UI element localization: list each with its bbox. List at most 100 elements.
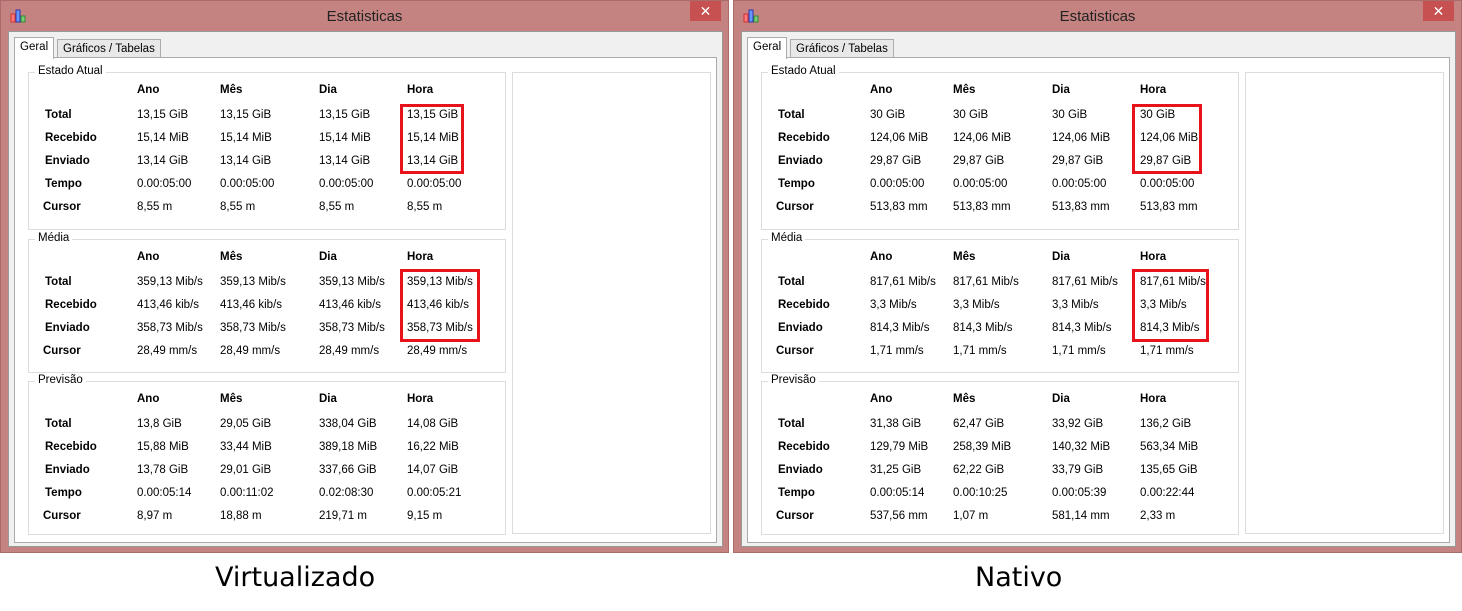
value-cell: 358,73 Mib/s (220, 322, 286, 334)
close-icon: ✕ (1432, 3, 1445, 19)
value-cell: 15,14 MiB (137, 132, 189, 144)
row-label: Tempo (45, 178, 82, 190)
side-panel (512, 72, 711, 534)
value-cell: 135,65 GiB (1140, 464, 1198, 476)
value-cell: 337,66 GiB (319, 464, 377, 476)
statistics-window: Estatisticas ✕ Geral Gráficos / Tabelas … (0, 0, 729, 553)
value-cell: 0.00:05:00 (953, 178, 1008, 190)
group-title: Média (768, 232, 806, 244)
window-client: Geral Gráficos / Tabelas Estado Atual Ano… (8, 31, 723, 547)
group-title: Estado Atual (35, 65, 106, 77)
value-cell: 817,61 Mib/s (870, 276, 936, 288)
value-cell: 13,14 GiB (220, 155, 272, 167)
value-cell: 513,83 mm (1052, 201, 1110, 213)
value-cell: 18,88 m (220, 510, 262, 522)
value-cell: 15,88 MiB (137, 441, 189, 453)
value-cell: 13,14 GiB (319, 155, 371, 167)
value-cell: 258,39 MiB (953, 441, 1012, 453)
group-title: Média (35, 232, 73, 244)
row-label: Total (45, 418, 72, 430)
value-cell: 30 GiB (870, 109, 906, 121)
tab-graficos-tabelas[interactable]: Gráficos / Tabelas (790, 39, 894, 59)
value-cell: 1,71 mm/s (953, 345, 1007, 357)
value-cell: 33,79 GiB (1052, 464, 1104, 476)
highlight-box (400, 104, 464, 174)
value-cell: 31,38 GiB (870, 418, 922, 430)
value-cell: 62,22 GiB (953, 464, 1005, 476)
value-cell: 389,18 MiB (319, 441, 378, 453)
value-cell: 0.00:05:00 (407, 178, 462, 190)
value-cell: 124,06 MiB (1052, 132, 1111, 144)
value-cell: 413,46 kib/s (137, 299, 200, 311)
value-cell: 28,49 mm/s (220, 345, 281, 357)
column-header: Ano (870, 251, 893, 263)
row-label: Recebido (45, 441, 97, 453)
value-cell: 359,13 Mib/s (220, 276, 286, 288)
tab-geral[interactable]: Geral (14, 37, 55, 59)
value-cell: 3,3 Mib/s (1052, 299, 1099, 311)
value-cell: 0.00:05:14 (137, 487, 192, 499)
column-header: Hora (1140, 251, 1167, 263)
value-cell: 13,15 GiB (319, 109, 371, 121)
value-cell: 219,71 m (319, 510, 367, 522)
column-header: Dia (1052, 393, 1070, 405)
row-label: Total (778, 276, 805, 288)
value-cell: 358,73 Mib/s (137, 322, 203, 334)
row-label: Enviado (778, 322, 823, 334)
row-label: Cursor (43, 510, 81, 522)
row-label: Recebido (778, 132, 830, 144)
row-label: Enviado (778, 464, 823, 476)
tab-graficos-tabelas[interactable]: Gráficos / Tabelas (57, 39, 161, 59)
close-button[interactable]: ✕ (690, 1, 721, 21)
column-header: Mês (220, 251, 243, 263)
column-header: Hora (1140, 84, 1167, 96)
value-cell: 817,61 Mib/s (1052, 276, 1118, 288)
row-label: Total (45, 276, 72, 288)
window-client: Geral Gráficos / Tabelas Estado Atual Ano… (741, 31, 1456, 547)
value-cell: 29,05 GiB (220, 418, 272, 430)
value-cell: 0.00:05:14 (870, 487, 925, 499)
close-icon: ✕ (699, 3, 712, 19)
value-cell: 0.00:05:00 (1140, 178, 1195, 190)
column-header: Ano (870, 393, 893, 405)
group-title: Previsão (35, 374, 86, 386)
value-cell: 30 GiB (953, 109, 989, 121)
value-cell: 513,83 mm (953, 201, 1011, 213)
row-label: Enviado (778, 155, 823, 167)
value-cell: 0.00:11:02 (220, 487, 274, 499)
window-title: Estatisticas (1059, 8, 1136, 25)
group-1: Média Ano Mês Dia Hora Total 359,13 Mib/s 359,1… (28, 232, 506, 373)
column-header: Mês (220, 393, 243, 405)
group-0: Estado Atual Ano Mês Dia Hora Total 30 GiB 30 G… (761, 65, 1239, 230)
value-cell: 1,71 mm/s (870, 345, 924, 357)
window-title: Estatisticas (326, 8, 403, 25)
value-cell: 124,06 MiB (870, 132, 929, 144)
value-cell: 513,83 mm (1140, 201, 1198, 213)
tab-geral[interactable]: Geral (747, 37, 788, 59)
close-button[interactable]: ✕ (1423, 1, 1454, 21)
tab-panel-geral: Estado Atual Ano Mês Dia Hora Total 30 GiB 30 G… (747, 57, 1450, 543)
column-header: Hora (407, 251, 434, 263)
value-cell: 8,55 m (407, 201, 443, 213)
value-cell: 0.00:10:25 (953, 487, 1008, 499)
row-label: Tempo (778, 487, 815, 499)
value-cell: 62,47 GiB (953, 418, 1005, 430)
value-cell: 136,2 GiB (1140, 418, 1192, 430)
column-header: Hora (407, 84, 434, 96)
row-label: Enviado (45, 464, 90, 476)
side-panel (1245, 72, 1444, 534)
value-cell: 124,06 MiB (953, 132, 1012, 144)
row-label: Tempo (778, 178, 815, 190)
column-header: Mês (953, 393, 976, 405)
group-title: Estado Atual (768, 65, 839, 77)
value-cell: 28,49 mm/s (319, 345, 380, 357)
row-label: Cursor (43, 345, 81, 357)
column-header: Mês (953, 84, 976, 96)
row-label: Recebido (778, 441, 830, 453)
column-header: Mês (953, 251, 976, 263)
row-label: Total (778, 109, 805, 121)
column-header: Dia (1052, 251, 1070, 263)
value-cell: 513,83 mm (870, 201, 928, 213)
value-cell: 814,3 Mib/s (953, 322, 1013, 334)
value-cell: 581,14 mm (1052, 510, 1110, 522)
